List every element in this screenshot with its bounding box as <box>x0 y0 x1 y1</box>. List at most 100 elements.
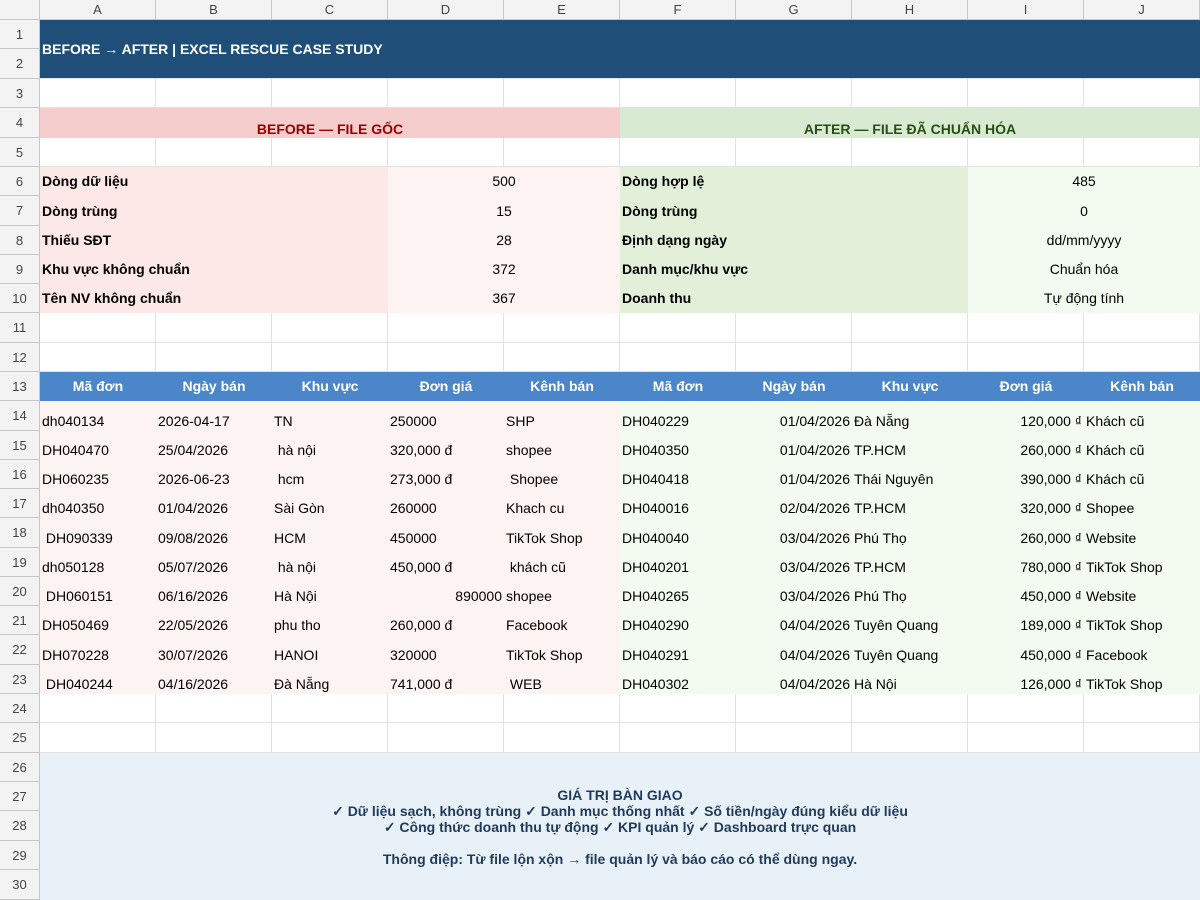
before-table-cell[interactable]: 260000 <box>388 489 504 518</box>
before-table-cell[interactable]: 04/16/2026 <box>156 665 272 694</box>
row-header-15[interactable]: 15 <box>0 431 40 460</box>
before-table-cell[interactable]: SHP <box>504 401 620 431</box>
after-table-cell[interactable]: DH040040 <box>620 518 736 548</box>
after-table-cell[interactable]: Khách cũ <box>1084 460 1200 489</box>
before-table-cell[interactable]: Đà Nẵng <box>272 665 388 694</box>
row-header-22[interactable]: 22 <box>0 635 40 665</box>
before-table-cell[interactable]: DH070228 <box>40 635 156 665</box>
before-table-cell[interactable]: DH060151 <box>40 577 156 606</box>
before-table-cell[interactable]: 22/05/2026 <box>156 606 272 635</box>
after-table-cell[interactable]: 189,000 ₫ <box>968 606 1084 635</box>
before-column-heading[interactable]: Đơn giá <box>388 372 504 401</box>
before-table-cell[interactable]: 890000 <box>388 577 504 606</box>
after-table-cell[interactable]: 04/04/2026 <box>736 606 852 635</box>
before-table-cell[interactable]: Hà Nội <box>272 577 388 606</box>
after-table-cell[interactable]: TikTok Shop <box>1084 548 1200 577</box>
after-table-cell[interactable]: 260,000 ₫ <box>968 518 1084 548</box>
after-table-cell[interactable]: 04/04/2026 <box>736 635 852 665</box>
after-column-heading[interactable]: Đơn giá <box>968 372 1084 401</box>
before-heading[interactable]: BEFORE — FILE GỐC <box>40 108 620 138</box>
before-column-heading[interactable]: Khu vực <box>272 372 388 401</box>
before-table-cell[interactable]: 2026-06-23 <box>156 460 272 489</box>
before-table-cell[interactable]: shopee <box>504 431 620 460</box>
before-table-cell[interactable]: HANOI <box>272 635 388 665</box>
after-heading[interactable]: AFTER — FILE ĐÃ CHUẨN HÓA <box>620 108 1200 138</box>
before-table-cell[interactable]: 30/07/2026 <box>156 635 272 665</box>
after-column-heading[interactable]: Mã đơn <box>620 372 736 401</box>
before-stat-label[interactable]: Thiếu SĐT <box>40 226 388 255</box>
before-table-cell[interactable]: 260,000 đ <box>388 606 504 635</box>
before-column-heading[interactable]: Mã đơn <box>40 372 156 401</box>
before-table-cell[interactable]: WEB <box>504 665 620 694</box>
before-stat-label[interactable]: Dòng dữ liệu <box>40 167 388 196</box>
after-table-cell[interactable]: DH040290 <box>620 606 736 635</box>
after-table-cell[interactable]: 260,000 ₫ <box>968 431 1084 460</box>
after-stat-value[interactable]: Tự động tính <box>968 284 1200 313</box>
after-table-cell[interactable]: Tuyên Quang <box>852 635 968 665</box>
before-table-cell[interactable]: TikTok Shop <box>504 635 620 665</box>
before-table-cell[interactable]: Sài Gòn <box>272 489 388 518</box>
after-table-cell[interactable]: DH040350 <box>620 431 736 460</box>
after-stat-label[interactable]: Định dạng ngày <box>620 226 968 255</box>
after-table-cell[interactable]: 390,000 ₫ <box>968 460 1084 489</box>
before-table-cell[interactable]: DH050469 <box>40 606 156 635</box>
column-header-e[interactable]: E <box>504 0 620 20</box>
before-table-cell[interactable]: 2026-04-17 <box>156 401 272 431</box>
before-table-cell[interactable]: HCM <box>272 518 388 548</box>
after-table-cell[interactable]: Phú Thọ <box>852 518 968 548</box>
before-table-cell[interactable]: DH060235 <box>40 460 156 489</box>
after-table-cell[interactable]: 126,000 ₫ <box>968 665 1084 694</box>
after-table-cell[interactable]: 450,000 ₫ <box>968 577 1084 606</box>
before-table-cell[interactable]: 450,000 đ <box>388 548 504 577</box>
row-header-25[interactable]: 25 <box>0 723 40 753</box>
after-table-cell[interactable]: Facebook <box>1084 635 1200 665</box>
after-table-cell[interactable]: 01/04/2026 <box>736 460 852 489</box>
after-table-cell[interactable]: Khách cũ <box>1084 431 1200 460</box>
row-header-16[interactable]: 16 <box>0 460 40 489</box>
after-stat-label[interactable]: Doanh thu <box>620 284 968 313</box>
after-table-cell[interactable]: 01/04/2026 <box>736 431 852 460</box>
after-stat-value[interactable]: 0 <box>968 196 1200 226</box>
after-table-cell[interactable]: 120,000 ₫ <box>968 401 1084 431</box>
row-header-14[interactable]: 14 <box>0 401 40 431</box>
before-table-cell[interactable]: 273,000 đ <box>388 460 504 489</box>
before-table-cell[interactable]: 06/16/2026 <box>156 577 272 606</box>
after-table-cell[interactable]: 04/04/2026 <box>736 665 852 694</box>
row-header-21[interactable]: 21 <box>0 606 40 635</box>
before-column-heading[interactable]: Ngày bán <box>156 372 272 401</box>
before-table-cell[interactable]: 741,000 đ <box>388 665 504 694</box>
before-table-cell[interactable]: Facebook <box>504 606 620 635</box>
row-header-13[interactable]: 13 <box>0 372 40 401</box>
row-header-3[interactable]: 3 <box>0 79 40 108</box>
row-header-20[interactable]: 20 <box>0 577 40 606</box>
before-table-cell[interactable]: 09/08/2026 <box>156 518 272 548</box>
after-table-cell[interactable]: TikTok Shop <box>1084 606 1200 635</box>
before-stat-label[interactable]: Khu vực không chuẩn <box>40 255 388 284</box>
after-table-cell[interactable]: DH040016 <box>620 489 736 518</box>
row-header-28[interactable]: 28 <box>0 811 40 841</box>
before-table-cell[interactable]: 320000 <box>388 635 504 665</box>
after-table-cell[interactable]: TP.HCM <box>852 489 968 518</box>
after-table-cell[interactable]: Hà Nội <box>852 665 968 694</box>
column-header-g[interactable]: G <box>736 0 852 20</box>
column-header-b[interactable]: B <box>156 0 272 20</box>
row-header-19[interactable]: 19 <box>0 548 40 577</box>
after-table-cell[interactable]: TP.HCM <box>852 548 968 577</box>
row-header-29[interactable]: 29 <box>0 841 40 870</box>
after-table-cell[interactable]: 780,000 ₫ <box>968 548 1084 577</box>
after-column-heading[interactable]: Khu vực <box>852 372 968 401</box>
after-column-heading[interactable]: Kênh bán <box>1084 372 1200 401</box>
before-table-cell[interactable]: TN <box>272 401 388 431</box>
before-table-cell[interactable]: khách cũ <box>504 548 620 577</box>
before-table-cell[interactable]: 05/07/2026 <box>156 548 272 577</box>
before-column-heading[interactable]: Kênh bán <box>504 372 620 401</box>
column-header-c[interactable]: C <box>272 0 388 20</box>
before-table-cell[interactable]: DH090339 <box>40 518 156 548</box>
before-table-cell[interactable]: dh040350 <box>40 489 156 518</box>
before-table-cell[interactable]: hà nội <box>272 431 388 460</box>
row-header-10[interactable]: 10 <box>0 284 40 313</box>
before-table-cell[interactable]: Shopee <box>504 460 620 489</box>
before-table-cell[interactable]: 01/04/2026 <box>156 489 272 518</box>
after-table-cell[interactable]: DH040418 <box>620 460 736 489</box>
column-header-a[interactable]: A <box>40 0 156 20</box>
